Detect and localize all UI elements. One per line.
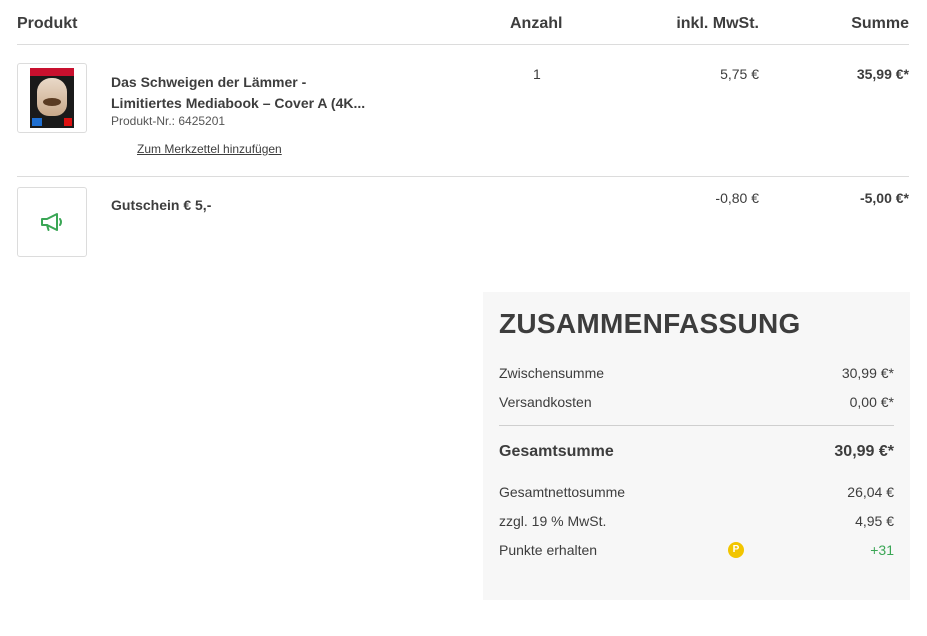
product-title-link[interactable]: Das Schweigen der Lämmer - Limitiertes M… [111,72,381,114]
voucher-sum: -5,00 €* [859,190,909,206]
points-row: Punkte erhalten P +31 [499,542,894,558]
total-label: Gesamtsumme [499,443,614,460]
total-row: Gesamtsumme 30,99 €* [499,443,894,461]
product-title-line1: Das Schweigen der Lämmer - [111,74,307,90]
movie-cover-image [30,68,74,128]
net-total-label: Gesamtnettosumme [499,484,626,500]
item-sum: 35,99 €* [856,66,909,82]
voucher-thumbnail [17,187,87,257]
cart-table-header: Produkt Anzahl inkl. MwSt. Summe [17,0,909,45]
points-label: Punkte erhalten [499,542,598,558]
net-total-row: Gesamtnettosumme 26,04 € [499,484,894,500]
vat-row: zzgl. 19 % MwSt. 4,95 € [499,513,894,529]
column-header-product: Produkt [17,15,78,32]
megaphone-icon [41,213,62,231]
vat-value: 4,95 € [855,513,894,529]
product-number: Produkt-Nr.: 6425201 [111,114,226,128]
column-header-sum: Summe [851,15,909,32]
order-summary: ZUSAMMENFASSUNG Zwischensumme 30,99 €* V… [483,292,910,600]
product-thumbnail[interactable] [17,63,87,133]
voucher-tax: -0,80 € [715,190,759,206]
subtotal-value: 30,99 €* [841,365,894,381]
summary-heading: ZUSAMMENFASSUNG [499,308,801,339]
column-header-quantity: Anzahl [510,15,563,32]
product-title-line2: Limitiertes Mediabook – Cover A (4K... [111,95,366,111]
points-coin-icon: P [728,542,744,558]
voucher-row: Gutschein € 5,- -0,80 € -5,00 €* [17,177,909,267]
vat-label: zzgl. 19 % MwSt. [499,513,607,529]
cart-item-row: Das Schweigen der Lämmer - Limitiertes M… [17,45,909,177]
subtotal-row: Zwischensumme 30,99 €* [499,365,894,381]
add-to-wishlist-link[interactable]: Zum Merkzettel hinzufügen [137,142,282,156]
points-value: +31 [870,542,894,558]
shipping-value: 0,00 €* [849,394,894,410]
item-tax: 5,75 € [720,66,759,82]
total-value: 30,99 €* [834,443,894,460]
subtotal-label: Zwischensumme [499,365,605,381]
voucher-title: Gutschein € 5,- [111,197,212,213]
item-quantity: 1 [533,66,541,82]
column-header-tax: inkl. MwSt. [676,15,759,32]
summary-divider [499,425,894,426]
net-total-value: 26,04 € [847,484,894,500]
shipping-label: Versandkosten [499,394,592,410]
shipping-row: Versandkosten 0,00 €* [499,394,894,410]
